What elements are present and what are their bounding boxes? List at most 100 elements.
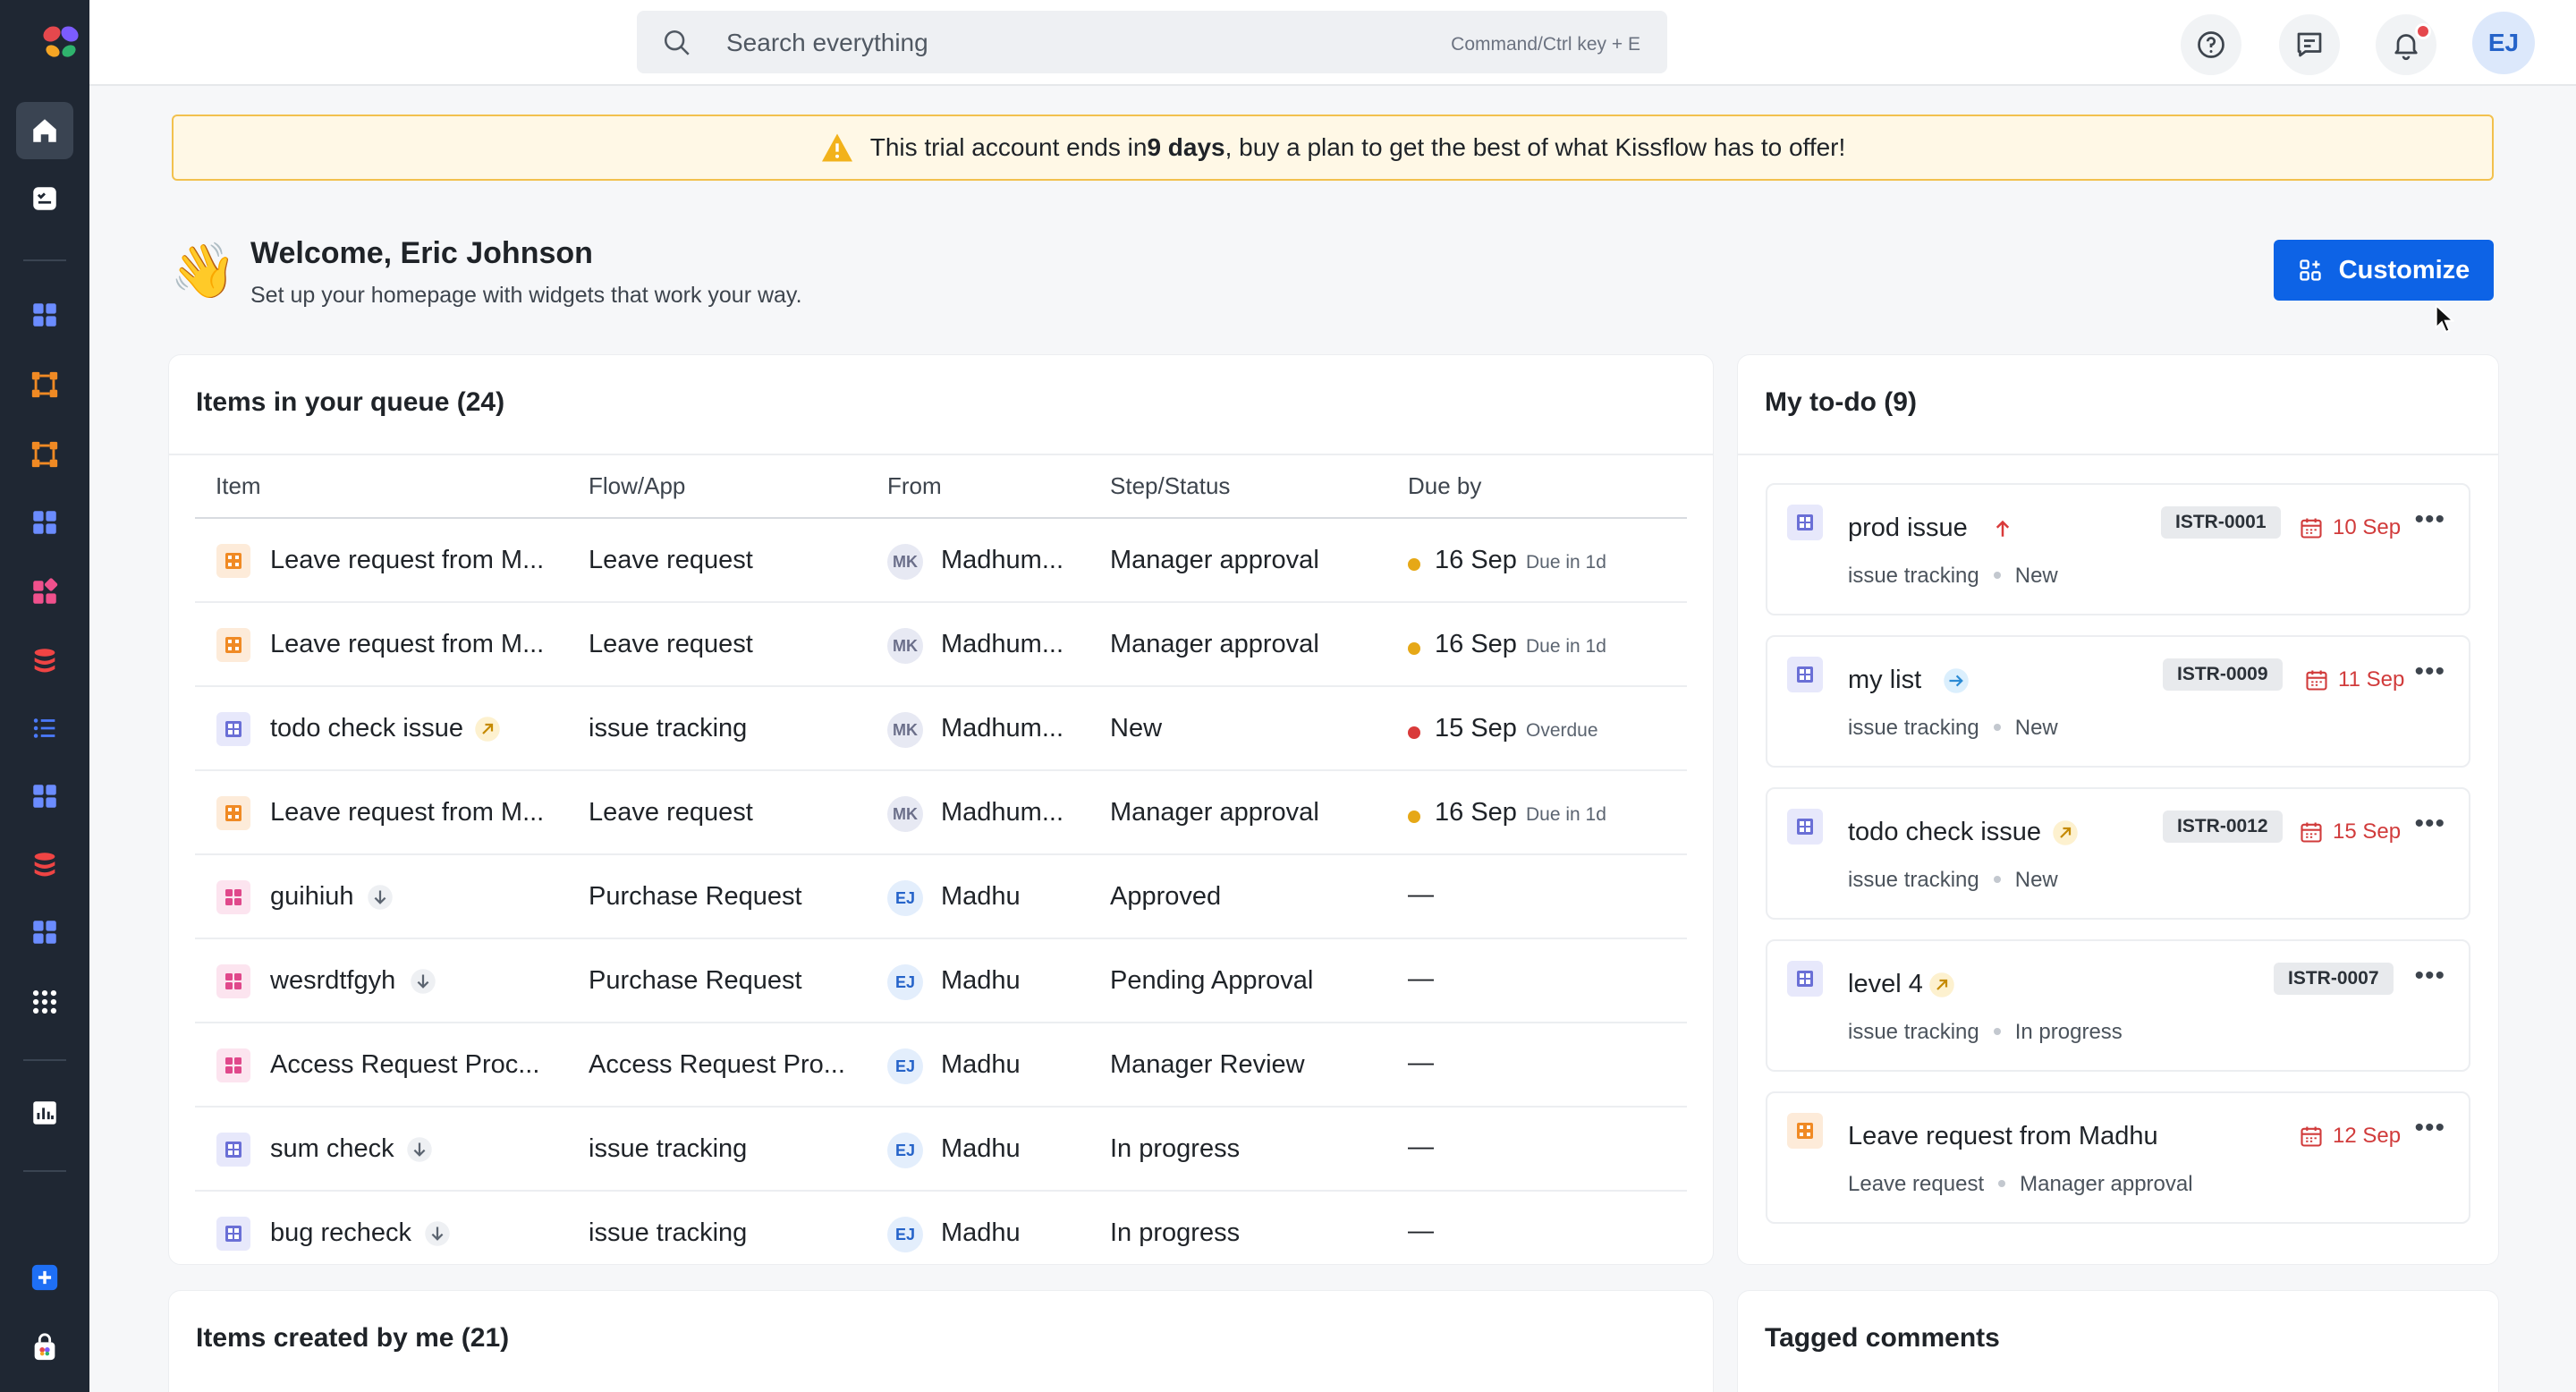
table-row[interactable]: todo check issue issue tracking MK Madhu… <box>195 687 1687 771</box>
due-soon-dot <box>1408 642 1420 655</box>
step-status: In progress <box>1110 1218 1241 1247</box>
todo-due-date: 10 Sep <box>2333 515 2402 539</box>
app-pink-icon[interactable] <box>16 564 73 621</box>
issue-tracking-app-icon <box>216 1133 250 1167</box>
customize-button[interactable]: Customize <box>2274 240 2494 301</box>
app-grid-blue-icon[interactable] <box>16 286 73 344</box>
table-row[interactable]: bug recheck issue tracking EJ Madhu In p… <box>195 1192 1687 1276</box>
todo-status: Manager approval <box>2020 1172 2193 1196</box>
todo-meta: issue tracking New <box>1848 716 2058 741</box>
flow-orange-icon[interactable] <box>16 356 73 413</box>
home-icon[interactable] <box>16 102 73 159</box>
create-new-icon[interactable] <box>16 1249 73 1306</box>
kissflow-logo-icon[interactable] <box>39 21 82 64</box>
dataset-red-2-icon[interactable] <box>16 836 73 893</box>
item-name[interactable]: Leave request from M... <box>270 798 544 828</box>
flow-name: Purchase Request <box>589 966 802 995</box>
more-options-icon[interactable]: ••• <box>2414 961 2445 991</box>
todo-item[interactable]: todo check issue issue tracking New ISTR-… <box>1766 787 2470 920</box>
calendar-icon <box>2301 822 2322 843</box>
dataset-red-icon[interactable] <box>16 632 73 689</box>
overdue-dot <box>1408 726 1420 739</box>
todo-status: In progress <box>2014 1020 2123 1044</box>
flow-name: issue tracking <box>589 1134 748 1163</box>
column-header-item[interactable]: Item <box>216 472 261 500</box>
created-by-me-card: Items created by me (21) <box>168 1290 1714 1392</box>
global-search-input[interactable]: Search everything Command/Ctrl key + E <box>637 11 1667 73</box>
from-name: Madhum... <box>941 714 1063 743</box>
todo-title-text: my list <box>1848 666 1922 694</box>
table-row[interactable]: sum check issue tracking EJ Madhu In pro… <box>195 1108 1687 1192</box>
todo-app: Leave request <box>1848 1172 1985 1196</box>
from-avatar: MK <box>887 628 923 664</box>
todo-title-text: Leave request from Madhu <box>1848 1122 2158 1150</box>
notifications-button[interactable] <box>2376 14 2436 75</box>
todo-meta: issue tracking In progress <box>1848 1020 2123 1045</box>
more-options-icon[interactable]: ••• <box>2414 809 2445 839</box>
more-options-icon[interactable]: ••• <box>2414 657 2445 687</box>
more-options-icon[interactable]: ••• <box>2414 505 2445 535</box>
item-name[interactable]: guihiuh <box>270 882 354 912</box>
due-date: 16 Sep <box>1435 630 1517 658</box>
item-name[interactable]: bug recheck <box>270 1218 411 1248</box>
comments-button[interactable] <box>2279 14 2340 75</box>
todo-status: New <box>2014 716 2058 740</box>
item-name[interactable]: wesrdtfgyh <box>270 966 395 996</box>
from-avatar: EJ <box>887 1133 923 1168</box>
priority-urgent-icon <box>1996 520 2010 537</box>
column-header-flow[interactable]: Flow/App <box>589 472 685 500</box>
notification-badge <box>2415 23 2431 39</box>
column-header-due[interactable]: Due by <box>1408 472 1481 500</box>
todo-item[interactable]: level 4 issue tracking In progress ISTR-0… <box>1766 939 2470 1072</box>
flow-name: issue tracking <box>589 714 748 743</box>
todo-title-text: level 4 <box>1848 970 1923 998</box>
sidebar-divider <box>23 1170 66 1172</box>
table-row[interactable]: guihiuh Purchase Request EJ Madhu Approv… <box>195 855 1687 939</box>
flow-orange-2-icon[interactable] <box>16 426 73 483</box>
board-blue-icon[interactable] <box>16 494 73 551</box>
analytics-icon[interactable] <box>16 1084 73 1142</box>
item-name[interactable]: todo check issue <box>270 714 463 743</box>
table-row[interactable]: Leave request from M... Leave request MK… <box>195 603 1687 687</box>
todo-id-badge: ISTR-0001 <box>2161 506 2281 539</box>
due-date: — <box>1408 1048 1434 1077</box>
board-blue-2-icon[interactable] <box>16 768 73 825</box>
table-row[interactable]: Access Request Proc... Access Request Pr… <box>195 1023 1687 1108</box>
table-row[interactable]: Leave request from M... Leave request MK… <box>195 519 1687 603</box>
todo-item[interactable]: prod issue issue tracking New ISTR-0001 1… <box>1766 483 2470 615</box>
todo-due-date: 11 Sep <box>2338 667 2405 692</box>
flow-name: Leave request <box>589 546 753 574</box>
due-date: — <box>1408 880 1434 909</box>
top-bar: Search everything Command/Ctrl key + E E… <box>89 0 2576 86</box>
column-header-step[interactable]: Step/Status <box>1110 472 1230 500</box>
board-blue-3-icon[interactable] <box>16 904 73 961</box>
table-row[interactable]: wesrdtfgyh Purchase Request EJ Madhu Pen… <box>195 939 1687 1023</box>
more-options-icon[interactable]: ••• <box>2414 1113 2445 1143</box>
todo-item[interactable]: my list issue tracking New ISTR-0009 11 S… <box>1766 635 2470 768</box>
marketplace-bag-icon[interactable] <box>16 1319 73 1376</box>
due-date: — <box>1408 1217 1434 1245</box>
sidebar-divider <box>23 1059 66 1061</box>
flow-name: Leave request <box>589 630 753 658</box>
due-label: Due in 1d <box>1526 636 1606 657</box>
item-name[interactable]: Access Request Proc... <box>270 1050 539 1080</box>
due-label: Due in 1d <box>1526 552 1606 573</box>
item-name[interactable]: sum check <box>270 1134 394 1164</box>
table-row[interactable]: Leave request from M... Leave request MK… <box>195 771 1687 855</box>
user-avatar[interactable]: EJ <box>2472 12 2535 74</box>
tasks-icon[interactable] <box>16 170 73 227</box>
due-date: — <box>1408 1133 1434 1161</box>
todo-meta: issue tracking New <box>1848 564 2058 589</box>
item-name[interactable]: Leave request from M... <box>270 630 544 659</box>
column-header-from[interactable]: From <box>887 472 942 500</box>
todo-item[interactable]: Leave request from Madhu Leave request Ma… <box>1766 1091 2470 1224</box>
item-name[interactable]: Leave request from M... <box>270 546 544 575</box>
priority-normal-icon <box>1944 668 1969 693</box>
todo-due-date: 15 Sep <box>2333 819 2402 844</box>
todo-id-badge: ISTR-0012 <box>2163 811 2283 843</box>
list-blue-icon[interactable] <box>16 700 73 757</box>
all-apps-icon[interactable] <box>16 973 73 1031</box>
help-button[interactable] <box>2181 14 2241 75</box>
todo-title-text: todo check issue <box>1848 818 2042 846</box>
trial-banner: This trial account ends in 9 days, buy a… <box>172 115 2494 181</box>
